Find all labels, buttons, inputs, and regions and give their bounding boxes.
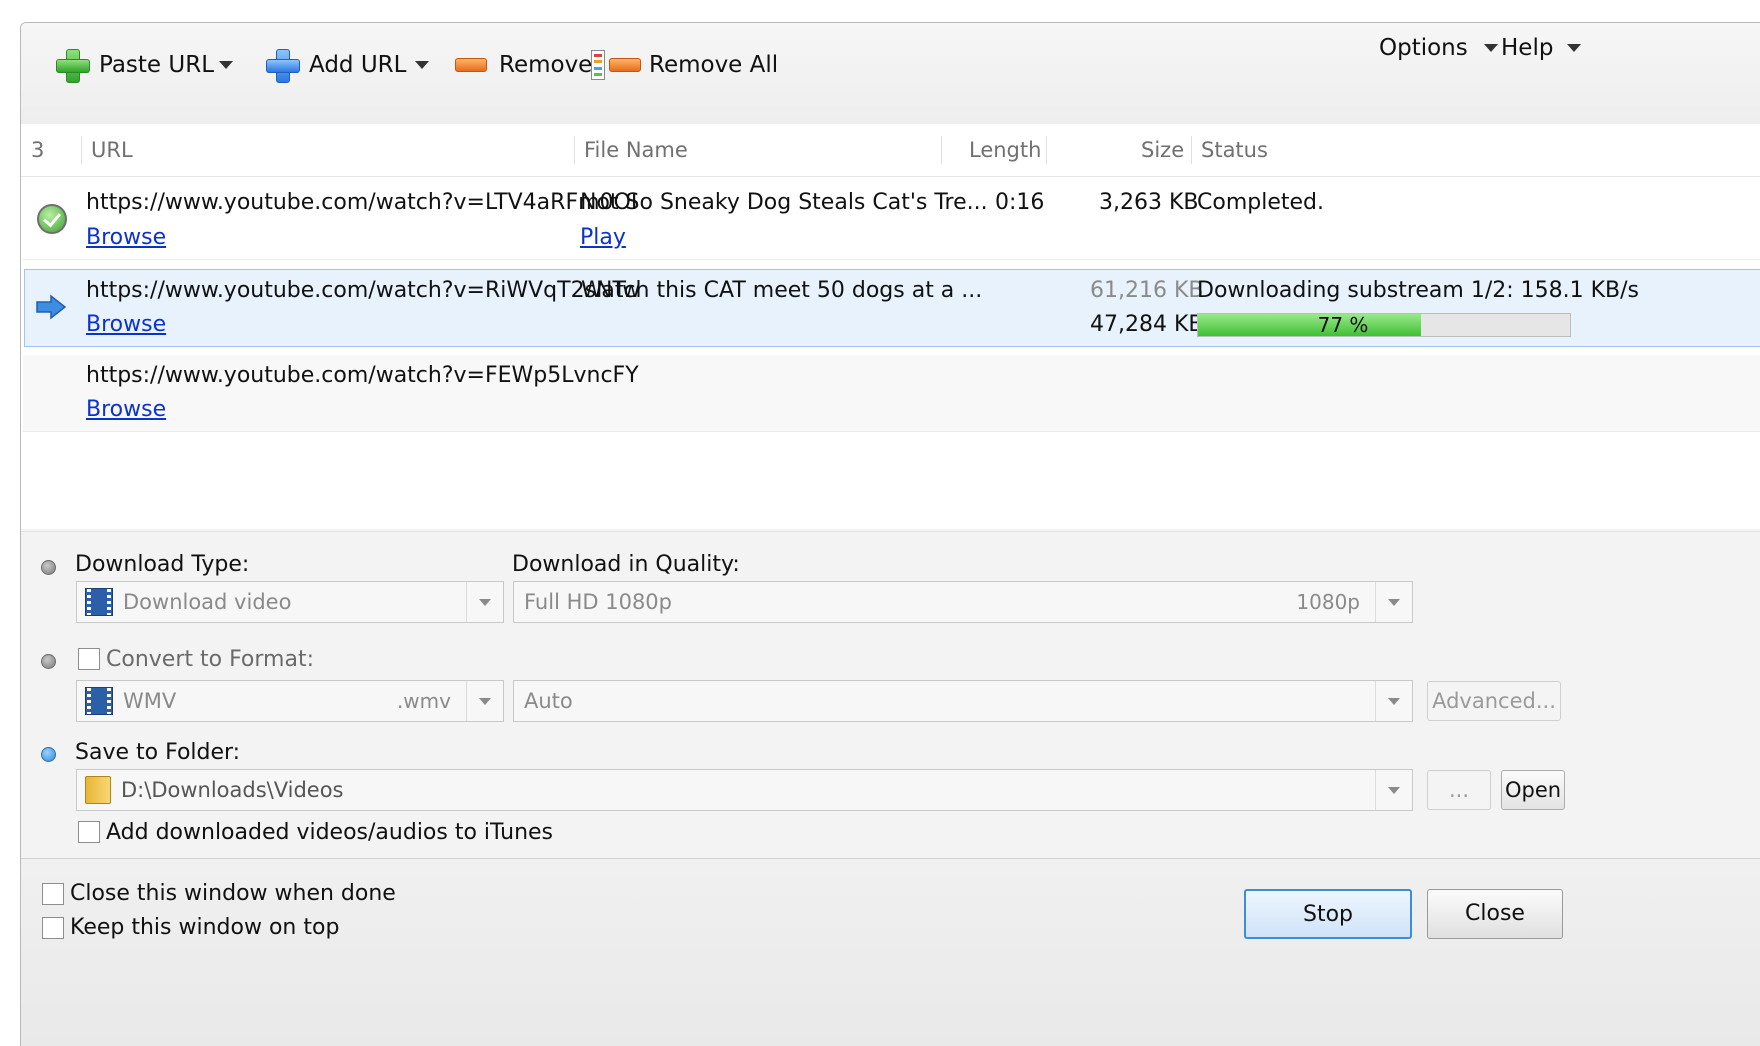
chevron-down-icon (219, 61, 233, 69)
add-url-button[interactable]: Add URL (265, 45, 406, 85)
section-bullet-icon (41, 747, 56, 762)
chevron-down-icon (415, 61, 429, 69)
section-bullet-icon (41, 654, 56, 669)
help-label: Help (1501, 35, 1554, 61)
arrow-right-icon (36, 294, 67, 320)
chevron-down-icon (466, 681, 503, 721)
check-icon (37, 204, 67, 234)
row-url: https://www.youtube.com/watch?v=LTV4aRFm… (86, 190, 638, 215)
save-folder-select[interactable]: D:\Downloads\Videos (76, 769, 1413, 811)
quality-select[interactable]: Full HD 1080p 1080p (513, 581, 1413, 623)
column-file-name[interactable]: File Name (584, 124, 688, 176)
options-menu[interactable]: Options (1379, 28, 1498, 68)
close-when-done-checkbox[interactable] (42, 883, 64, 905)
section-bullet-icon (41, 560, 56, 575)
download-options-panel: Download Type: Download in Quality: Down… (21, 531, 1760, 858)
download-row[interactable]: https://www.youtube.com/watch?v=LTV4aRFm… (23, 177, 1760, 260)
paste-url-button[interactable]: Paste URL (55, 45, 214, 85)
format-extension: .wmv (396, 689, 451, 713)
chevron-down-icon (466, 582, 503, 622)
chevron-down-icon (1483, 44, 1498, 52)
column-status[interactable]: Status (1201, 124, 1268, 176)
film-icon (85, 687, 113, 715)
quality-label: Download in Quality: (512, 552, 740, 577)
chevron-down-icon (1375, 582, 1412, 622)
stop-button[interactable]: Stop (1244, 889, 1412, 939)
chevron-down-icon (1375, 770, 1412, 810)
column-header-bar: 3 URL File Name Length Size Status (21, 124, 1760, 177)
chevron-down-icon (1375, 681, 1412, 721)
download-list: https://www.youtube.com/watch?v=LTV4aRFm… (21, 177, 1760, 529)
progress-label: 77 % (1317, 313, 1369, 337)
download-row-selected[interactable]: https://www.youtube.com/watch?v=RiWVqT2s… (24, 269, 1760, 347)
row-size-total: 61,216 KB (1090, 278, 1204, 303)
row-length: 0:16 (995, 190, 1045, 215)
itunes-label: Add downloaded videos/audios to iTunes (106, 820, 554, 845)
download-type-value: Download video (123, 590, 292, 614)
browse-folder-button[interactable]: ... (1427, 770, 1491, 810)
list-icon (591, 50, 605, 80)
row-status: Downloading substream 1/2: 158.1 KB/s (1197, 278, 1640, 303)
keep-on-top-label: Keep this window on top (70, 915, 340, 940)
row-file-name: Not So Sneaky Dog Steals Cat's Tre... (580, 190, 988, 215)
keep-on-top-checkbox[interactable] (42, 917, 64, 939)
item-count: 3 (31, 138, 45, 162)
row-file-name: Watch this CAT meet 50 dogs at a ... (581, 278, 983, 303)
format-preset-select[interactable]: Auto (513, 680, 1413, 722)
download-progress-bar: 77 % (1197, 313, 1571, 337)
browse-link[interactable]: Browse (86, 225, 166, 250)
format-preset-value: Auto (524, 689, 573, 713)
row-size-done: 47,284 KB (1090, 312, 1204, 337)
add-url-dropdown[interactable] (415, 45, 429, 85)
advanced-button[interactable]: Advanced... (1427, 681, 1561, 721)
open-folder-button[interactable]: Open (1501, 770, 1565, 810)
minus-icon (455, 58, 487, 72)
green-plus-icon (55, 48, 90, 83)
row-size: 3,263 KB (1099, 190, 1199, 215)
download-type-select[interactable]: Download video (76, 581, 504, 623)
format-value: WMV (123, 689, 177, 713)
paste-url-label: Paste URL (99, 52, 215, 78)
remove-button[interactable]: Remove (455, 45, 592, 85)
help-menu[interactable]: Help (1501, 28, 1582, 68)
convert-format-checkbox[interactable] (78, 648, 100, 670)
row-url: https://www.youtube.com/watch?v=FEWp5Lvn… (86, 363, 639, 388)
format-select[interactable]: WMV .wmv (76, 680, 504, 722)
folder-icon (85, 776, 111, 804)
itunes-checkbox[interactable] (78, 821, 100, 843)
bottom-bar: Close this window when done Keep this wi… (21, 858, 1760, 1046)
minus-icon (609, 58, 641, 72)
remove-all-button[interactable]: Remove All (591, 45, 778, 85)
close-button[interactable]: Close (1427, 889, 1563, 939)
row-status: Completed. (1197, 190, 1324, 215)
quality-short: 1080p (1296, 590, 1360, 614)
options-label: Options (1379, 35, 1468, 61)
download-row[interactable]: https://www.youtube.com/watch?v=FEWp5Lvn… (23, 355, 1760, 432)
column-url[interactable]: URL (91, 124, 133, 176)
quality-value: Full HD 1080p (524, 590, 672, 614)
close-when-done-label: Close this window when done (70, 881, 396, 906)
column-size[interactable]: Size (1141, 124, 1184, 176)
folder-path: D:\Downloads\Videos (121, 778, 344, 802)
film-icon (85, 588, 113, 616)
browse-link[interactable]: Browse (86, 397, 166, 422)
blue-plus-icon (265, 48, 300, 83)
column-length[interactable]: Length (969, 124, 1041, 176)
save-folder-label: Save to Folder: (75, 740, 241, 765)
toolbar: Paste URL Add URL Remove Remove All Opti… (21, 23, 1760, 125)
remove-all-label: Remove All (649, 52, 779, 78)
convert-format-label: Convert to Format: (106, 647, 315, 672)
play-link[interactable]: Play (580, 225, 626, 250)
downloader-window: Paste URL Add URL Remove Remove All Opti… (20, 22, 1760, 1046)
add-url-label: Add URL (309, 52, 407, 78)
browse-link[interactable]: Browse (86, 312, 166, 337)
row-url: https://www.youtube.com/watch?v=RiWVqT2s… (86, 278, 641, 303)
remove-label: Remove (499, 52, 593, 78)
download-type-label: Download Type: (75, 552, 250, 577)
chevron-down-icon (1567, 44, 1582, 52)
paste-url-dropdown[interactable] (219, 45, 233, 85)
